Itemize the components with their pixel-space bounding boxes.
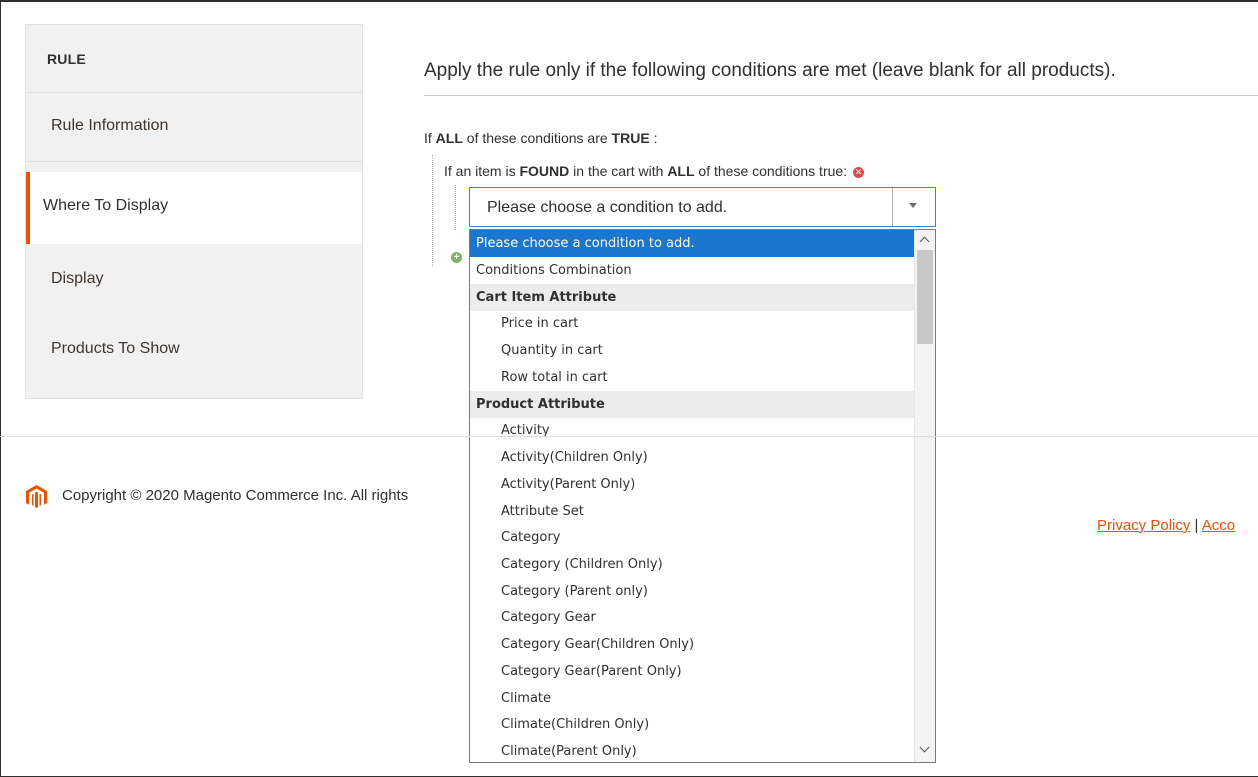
scroll-up-icon[interactable] <box>919 236 930 247</box>
select-arrow-button[interactable] <box>892 188 935 226</box>
dropdown-option[interactable]: Category (Children Only) <box>470 551 935 578</box>
dropdown-option[interactable]: Climate(Children Only) <box>470 711 935 738</box>
top-border <box>0 0 1258 2</box>
condition-prefix: If an item is <box>444 163 516 179</box>
section-divider <box>424 95 1258 96</box>
sidebar-item-label: Rule Information <box>51 117 169 134</box>
remove-condition-icon[interactable]: ✕ <box>852 166 864 178</box>
account-activity-link[interactable]: Acco <box>1202 517 1235 534</box>
dropdown-option[interactable]: Activity(Children Only) <box>470 444 935 471</box>
dropdown-group-header: Cart Item Attribute <box>470 284 921 311</box>
dropdown-option[interactable]: Climate(Parent Only) <box>470 738 935 762</box>
sidebar-heading-label: RULE <box>47 51 86 67</box>
dropdown-option[interactable]: Row total in cart <box>470 364 935 391</box>
footer-copyright: Copyright © 2020 Magento Commerce Inc. A… <box>62 487 409 504</box>
condition-middle: of these conditions are <box>466 130 608 146</box>
dropdown-option[interactable]: Climate <box>470 685 935 712</box>
sidebar-item-rule-information[interactable]: Rule Information <box>26 92 362 162</box>
add-condition-icon[interactable]: + <box>451 252 462 263</box>
sidebar-item-where-to-display[interactable]: Where To Display <box>26 172 362 244</box>
dropdown-group-header: Product Attribute <box>470 391 921 418</box>
dropdown-option[interactable]: Category Gear(Parent Only) <box>470 658 935 685</box>
footer-links: Privacy Policy | Acco <box>1097 517 1235 534</box>
dropdown-option[interactable]: Conditions Combination <box>470 257 921 284</box>
value-toggle[interactable]: TRUE <box>612 130 650 146</box>
dropdown-scrollbar[interactable] <box>914 230 935 762</box>
scroll-down-icon[interactable] <box>919 742 930 753</box>
dropdown-option[interactable]: Activity(Parent Only) <box>470 471 935 498</box>
tree-line-nested <box>455 185 456 230</box>
condition-dropdown-list[interactable]: Please choose a condition to add. Condit… <box>469 229 936 763</box>
aggregator-toggle[interactable]: ALL <box>436 130 463 146</box>
dropdown-option[interactable]: Price in cart <box>470 310 935 337</box>
condition-suffix: : <box>653 130 658 146</box>
chevron-down-icon <box>909 203 917 208</box>
condition-select-value: Please choose a condition to add. <box>487 199 728 216</box>
footer-divider <box>0 436 1258 437</box>
condition-suffix: of these conditions true: <box>698 163 848 179</box>
magento-logo-icon <box>26 485 47 508</box>
condition-middle: in the cart with <box>573 163 664 179</box>
dropdown-option[interactable]: Attribute Set <box>470 498 935 525</box>
privacy-policy-link[interactable]: Privacy Policy <box>1097 517 1190 534</box>
dropdown-option[interactable]: Category Gear(Children Only) <box>470 631 935 658</box>
tree-line <box>432 155 433 267</box>
section-title: Apply the rule only if the following con… <box>424 60 1116 81</box>
sidebar-item-label: Products To Show <box>51 340 180 357</box>
dropdown-option[interactable]: Category Gear <box>470 604 935 631</box>
aggregator-toggle[interactable]: ALL <box>667 163 694 179</box>
sidebar-item-label: Where To Display <box>43 197 169 214</box>
dropdown-option[interactable]: Category (Parent only) <box>470 578 935 605</box>
condition-found: If an item is FOUND in the cart with ALL… <box>444 163 864 179</box>
dropdown-option[interactable]: Activity <box>470 417 935 444</box>
rule-sidebar: RULE Rule Information Where To Display D… <box>25 24 363 399</box>
dropdown-option[interactable]: Quantity in cart <box>470 337 935 364</box>
found-toggle[interactable]: FOUND <box>519 163 569 179</box>
footer-link-separator: | <box>1194 517 1199 534</box>
condition-prefix: If <box>424 130 432 146</box>
scrollbar-thumb[interactable] <box>917 250 933 344</box>
sidebar-item-display[interactable]: Display <box>26 245 362 315</box>
dropdown-option-selected[interactable]: Please choose a condition to add. <box>470 230 921 257</box>
condition-root: If ALL of these conditions are TRUE : <box>424 130 657 146</box>
condition-select[interactable]: Please choose a condition to add. <box>469 187 936 227</box>
sidebar-heading: RULE <box>26 25 362 93</box>
sidebar-item-label: Display <box>51 270 104 287</box>
sidebar-item-products-to-show[interactable]: Products To Show <box>26 315 362 385</box>
dropdown-option[interactable]: Category <box>470 524 935 551</box>
